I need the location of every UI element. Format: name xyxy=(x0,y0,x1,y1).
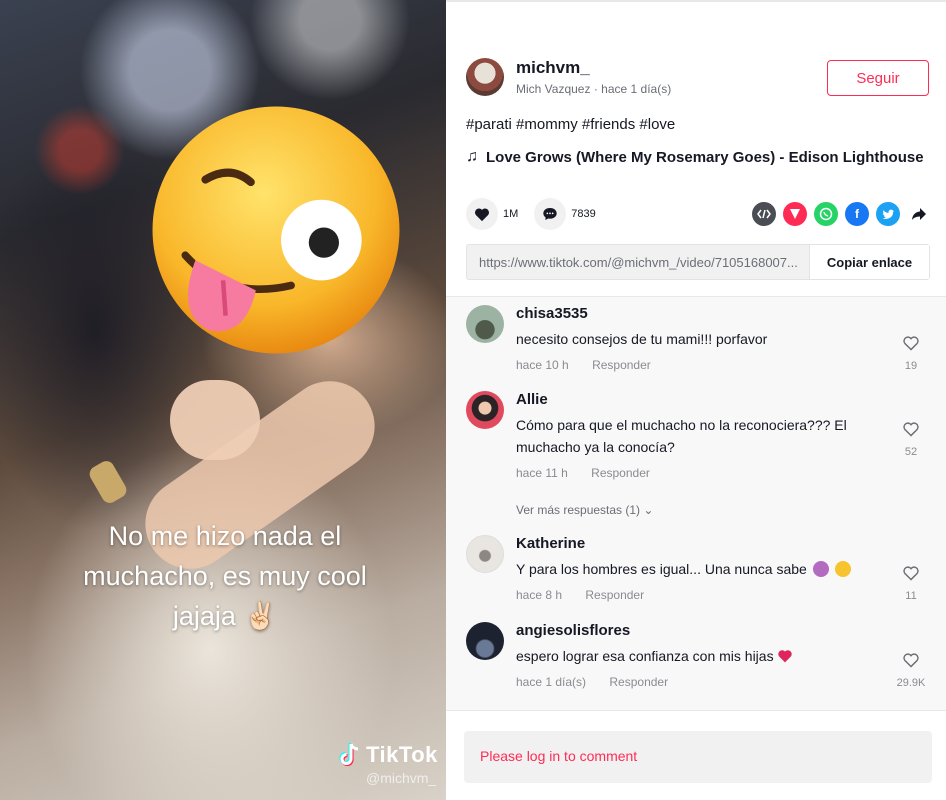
red-heart-icon xyxy=(778,650,793,663)
commenter-username[interactable]: chisa3535 xyxy=(516,305,876,322)
video-description[interactable]: #parati #mommy #friends #love xyxy=(466,116,675,133)
comment-list[interactable]: chisa3535 necesito consejos de tu mami!!… xyxy=(446,296,946,710)
commenter-username[interactable]: angiesolisflores xyxy=(516,622,876,639)
laughing-face-icon xyxy=(834,561,851,577)
video-caption: No me hizo nada el muchacho, es muy cool… xyxy=(40,516,410,636)
caption-word: jajaja xyxy=(172,601,236,631)
tiktok-logo-icon xyxy=(339,743,359,767)
comment-text: Y para los hombres es igual... Una nunca… xyxy=(516,558,876,580)
watermark-brand: TikTok xyxy=(366,742,438,767)
share-link-url[interactable]: https://www.tiktok.com/@michvm_/video/71… xyxy=(467,245,809,279)
victory-hand-icon: ✌🏻 xyxy=(243,601,278,631)
heart-outline-icon[interactable] xyxy=(902,421,920,437)
commenter-avatar[interactable] xyxy=(466,305,504,343)
heart-outline-icon[interactable] xyxy=(902,565,920,581)
author-info[interactable]: michvm_ Mich Vazquez · hace 1 día(s) xyxy=(466,58,671,96)
winking-tongue-emoji-icon xyxy=(152,106,400,354)
comment-count: 7839 xyxy=(571,208,596,220)
shrugging-woman-icon xyxy=(812,561,829,577)
author-subline: Mich Vazquez · hace 1 día(s) xyxy=(516,82,671,96)
view-more-replies-button[interactable]: Ver más respuestas (1) ⌄ xyxy=(516,503,653,517)
comment-meta: hace 8 h Responder xyxy=(516,588,876,602)
caption-line: jajaja ✌🏻 xyxy=(40,596,410,636)
video-player[interactable]: No me hizo nada el muchacho, es muy cool… xyxy=(0,0,446,800)
like-button[interactable] xyxy=(466,198,498,230)
tiktok-watermark: TikTok @michvm_ xyxy=(338,742,438,786)
comment-time: hace 10 h xyxy=(516,358,569,372)
comment-meta: hace 11 h Responder xyxy=(516,466,876,480)
comment-time: hace 11 h xyxy=(516,466,568,480)
comment-like[interactable]: 19 xyxy=(896,335,926,372)
reply-button[interactable]: Responder xyxy=(585,588,644,602)
comment-text: necesito consejos de tu mami!!! porfavor xyxy=(516,331,768,347)
comment-icon xyxy=(543,208,557,220)
reply-button[interactable]: Responder xyxy=(609,675,668,689)
embed-icon[interactable] xyxy=(752,202,776,226)
music-title[interactable]: Love Grows (Where My Rosemary Goes) - Ed… xyxy=(486,149,924,166)
video-details-panel: michvm_ Mich Vazquez · hace 1 día(s) Seg… xyxy=(446,0,946,800)
share-arrow-icon[interactable] xyxy=(907,202,931,226)
comment-like-count: 19 xyxy=(904,360,918,372)
commenter-avatar[interactable] xyxy=(466,391,504,429)
commenter-avatar[interactable] xyxy=(466,535,504,573)
heart-icon xyxy=(474,207,490,221)
comment-time: hace 1 día(s) xyxy=(516,675,587,689)
watermark-username: @michvm_ xyxy=(366,770,437,786)
music-note-icon: ♫ xyxy=(466,148,478,165)
comment-meta: hace 10 h Responder xyxy=(516,358,876,372)
login-to-comment-prompt[interactable]: Please log in to comment xyxy=(464,731,932,783)
commenter-avatar[interactable] xyxy=(466,622,504,660)
chevron-down-icon: ⌄ xyxy=(643,503,654,517)
view-more-replies-label: Ver más respuestas (1) xyxy=(516,503,641,517)
video-stats: 1M 7839 xyxy=(466,198,612,230)
comment-text: Cómo para que el muchacho no la reconoci… xyxy=(516,417,847,455)
author-username[interactable]: michvm_ xyxy=(516,58,671,78)
comment-time: hace 8 h xyxy=(516,588,563,602)
commenter-username[interactable]: Allie xyxy=(516,391,876,408)
comment-meta: hace 1 día(s) Responder xyxy=(516,675,876,689)
music-info[interactable]: ♫ Love Grows (Where My Rosemary Goes) - … xyxy=(466,148,924,166)
comment-button[interactable] xyxy=(534,198,567,230)
copy-link-button[interactable]: Copiar enlace xyxy=(809,245,929,279)
comment-text-content: espero lograr esa confianza con mis hija… xyxy=(516,648,774,664)
comment-text: espero lograr esa confianza con mis hija… xyxy=(516,645,876,667)
reply-button[interactable]: Responder xyxy=(592,358,651,372)
caption-line: No me hizo nada el xyxy=(108,521,342,551)
comment-like-count: 52 xyxy=(904,446,918,458)
twitter-icon[interactable] xyxy=(876,202,900,226)
comment-like-count: 29.9K xyxy=(896,677,926,689)
like-count: 1M xyxy=(503,208,519,220)
follow-button[interactable]: Seguir xyxy=(827,60,929,96)
video-hand xyxy=(170,380,260,460)
whatsapp-icon[interactable] xyxy=(814,202,838,226)
share-link-box: https://www.tiktok.com/@michvm_/video/71… xyxy=(466,244,930,280)
facebook-icon[interactable]: f xyxy=(845,202,869,226)
heart-outline-icon[interactable] xyxy=(902,335,920,351)
comment-like[interactable]: 11 xyxy=(896,565,926,602)
share-icons: f xyxy=(752,202,931,226)
author-avatar[interactable] xyxy=(466,58,504,96)
comment-like[interactable]: 52 xyxy=(896,421,926,458)
reply-button[interactable]: Responder xyxy=(591,466,650,480)
author-display-name: Mich Vazquez xyxy=(516,82,591,96)
comment-footer: Please log in to comment xyxy=(446,710,946,800)
heart-outline-icon[interactable] xyxy=(902,652,920,668)
post-time: hace 1 día(s) xyxy=(601,82,672,96)
comment-like-count: 11 xyxy=(905,590,917,602)
comment-text-content: Y para los hombres es igual... Una nunca… xyxy=(516,561,807,577)
comment-like[interactable]: 29.9K xyxy=(896,652,926,689)
commenter-username[interactable]: Katherine xyxy=(516,535,876,552)
send-icon[interactable] xyxy=(783,202,807,226)
caption-line: muchacho, es muy cool xyxy=(83,561,367,591)
